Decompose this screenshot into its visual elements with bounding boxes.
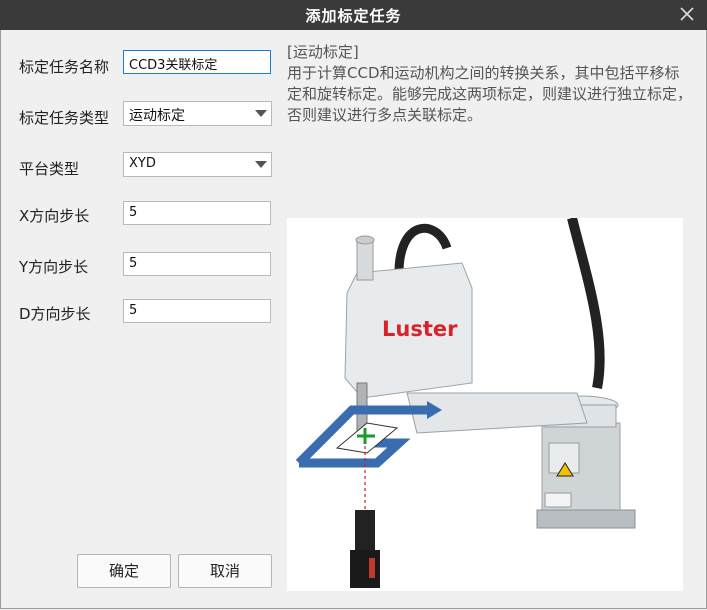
d-step-input[interactable]: 5 xyxy=(123,299,271,323)
close-icon[interactable] xyxy=(677,4,697,24)
ok-button[interactable]: 确定 xyxy=(77,554,171,588)
y-step-input[interactable]: 5 xyxy=(123,252,271,276)
task-name-input[interactable]: CCD3关联标定 xyxy=(123,50,271,74)
description-panel: [运动标定] 用于计算CCD和运动机构之间的转换关系，其中包括平移标定和旋转标定… xyxy=(287,42,692,126)
task-type-select[interactable]: 运动标定 xyxy=(123,101,272,126)
x-step-label: X方向步长 xyxy=(19,207,90,225)
platform-type-label: 平台类型 xyxy=(19,160,80,178)
brand-text: Luster xyxy=(382,317,458,341)
scara-robot-image: Luster xyxy=(295,216,636,588)
task-name-label: 标定任务名称 xyxy=(19,58,110,76)
dialog-title: 添加标定任务 xyxy=(305,7,402,25)
cancel-button[interactable]: 取消 xyxy=(178,554,272,588)
d-step-label: D方向步长 xyxy=(19,305,91,323)
task-type-value: 运动标定 xyxy=(129,108,185,124)
y-step-label: Y方向步长 xyxy=(19,258,89,276)
chevron-down-icon xyxy=(255,110,267,117)
description-body: 用于计算CCD和运动机构之间的转换关系，其中包括平移标定和旋转标定。能够完成这两… xyxy=(287,64,693,124)
chevron-down-icon xyxy=(255,161,267,168)
task-type-label: 标定任务类型 xyxy=(19,109,110,127)
platform-type-select[interactable]: XYD xyxy=(123,152,272,177)
platform-type-value: XYD xyxy=(129,156,156,171)
description-heading: [运动标定] xyxy=(287,43,359,61)
robot-illustration: Luster xyxy=(287,216,683,591)
x-step-input[interactable]: 5 xyxy=(123,201,271,225)
title-bar: 添加标定任务 xyxy=(0,0,707,31)
